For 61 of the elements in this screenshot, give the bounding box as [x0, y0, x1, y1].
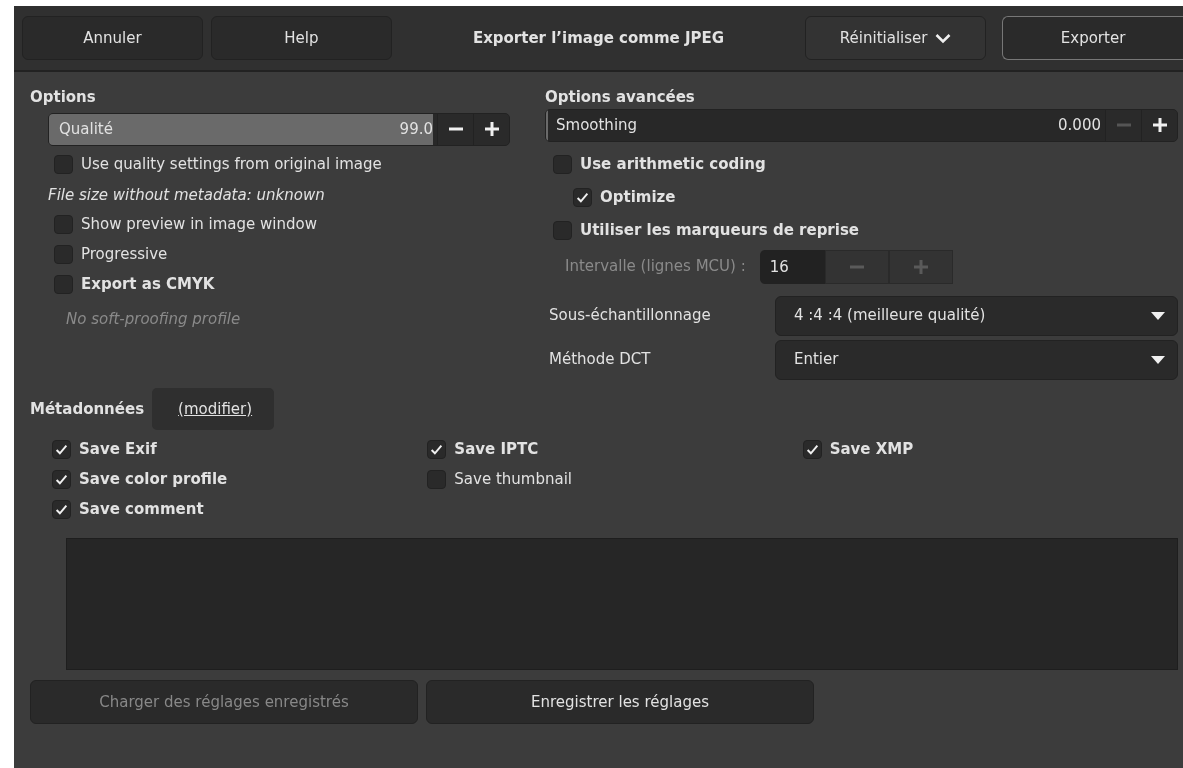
checkbox-label: Save IPTC	[454, 438, 539, 460]
slider-value: 99.0	[399, 118, 433, 140]
dropdown-arrow-icon	[1151, 355, 1165, 364]
slider-value: 0.000	[1058, 114, 1101, 136]
plus-icon	[912, 259, 929, 274]
header-button[interactable]: Help	[210, 16, 392, 60]
field-label: Méthode DCT	[548, 349, 652, 371]
checkbox[interactable]	[54, 245, 73, 264]
dropdown[interactable]: 4 :4 :4 (meilleure qualité)	[775, 295, 1178, 336]
checkbox[interactable]	[573, 188, 592, 207]
checkbox-label: Show preview in image window	[81, 214, 317, 236]
info-text: File size without metadata: unknown	[47, 184, 326, 206]
plus-button[interactable]	[473, 113, 509, 145]
dialog-title: Exporter l’image comme JPEG	[471, 27, 726, 49]
checkbox[interactable]	[427, 469, 447, 489]
checkbox[interactable]	[52, 469, 71, 489]
check-icon	[55, 472, 68, 486]
slider-label: Qualité	[59, 118, 113, 140]
checkbox-label: Use quality settings from original image	[81, 154, 382, 176]
checkbox-label: Save XMP	[829, 438, 914, 460]
dropdown[interactable]: Entier	[775, 339, 1178, 380]
checkbox-label: Save comment	[79, 498, 204, 520]
checkbox-label: Optimize	[600, 187, 676, 209]
export-button[interactable]: Exporter	[1002, 16, 1183, 60]
edit-link[interactable]: (modifier)	[152, 387, 275, 430]
check-icon	[430, 442, 444, 456]
checkbox[interactable]	[427, 439, 447, 459]
plus-icon	[1151, 118, 1168, 132]
checkbox-label: Save color profile	[79, 468, 228, 490]
checkbox[interactable]	[802, 439, 822, 459]
comment-field[interactable]	[66, 538, 1178, 670]
checkbox-label: Progressive	[81, 244, 168, 266]
checkbox-label: Utiliser les marqueurs de reprise	[580, 220, 859, 242]
dropdown-arrow-icon	[1151, 311, 1165, 320]
checkbox[interactable]	[553, 221, 572, 240]
check-icon	[55, 502, 68, 516]
checkbox-label: Save thumbnail	[454, 468, 572, 490]
section-heading: Métadonnées	[30, 398, 145, 420]
checkbox[interactable]	[54, 275, 73, 294]
check-icon	[576, 191, 589, 204]
check-icon	[805, 442, 819, 456]
footer-button[interactable]: Enregistrer les réglages	[426, 680, 814, 724]
checkbox[interactable]	[52, 439, 71, 459]
checkbox[interactable]	[54, 155, 73, 174]
plus-icon	[483, 122, 500, 136]
interval-label: Intervalle (lignes MCU) :	[564, 256, 747, 278]
chevron-icon	[935, 32, 952, 44]
checkbox-label: Save Exif	[79, 438, 157, 460]
section-heading: Options	[30, 87, 97, 108]
info-text: No soft-proofing profile	[65, 308, 242, 330]
checkbox[interactable]	[54, 215, 73, 234]
slider-label: Smoothing	[556, 114, 638, 136]
field-label: Sous-échantillonnage	[548, 305, 712, 327]
checkbox[interactable]	[553, 155, 572, 174]
section-heading: Options avancées	[545, 87, 696, 108]
checkbox[interactable]	[52, 499, 71, 519]
header-button[interactable]: Annuler	[22, 16, 203, 60]
check-icon	[55, 442, 68, 456]
reset-dropdown[interactable]: Réinitialiser	[805, 16, 987, 60]
checkbox-label: Use arithmetic coding	[580, 154, 766, 176]
checkbox-label: Export as CMYK	[81, 274, 215, 296]
